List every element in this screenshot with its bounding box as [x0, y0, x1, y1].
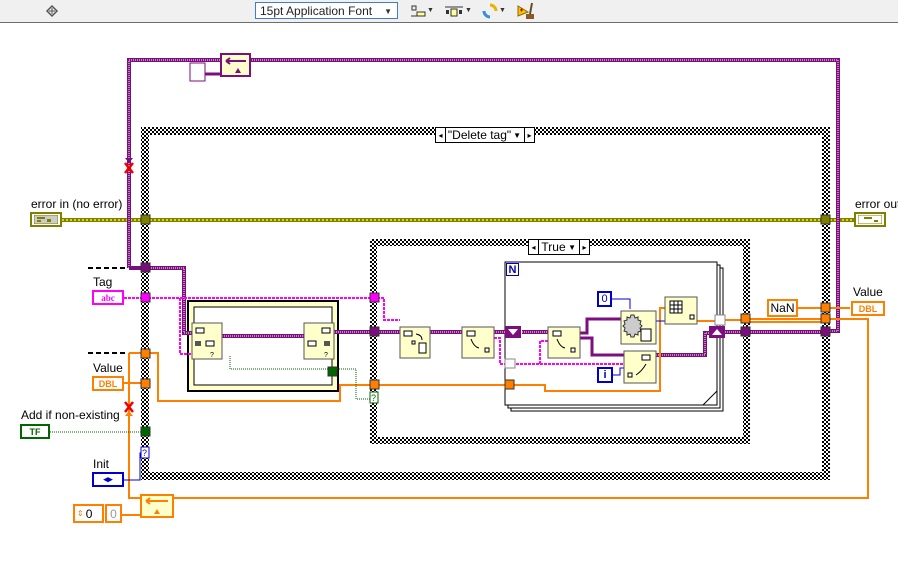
align-objects-button[interactable]: ▼: [410, 2, 434, 19]
numeric-control[interactable]: ⇕ 0: [73, 504, 104, 523]
align-objects-icon: [411, 5, 426, 16]
class-accessor-node-top[interactable]: [220, 53, 251, 77]
chevron-down-icon[interactable]: ▼: [568, 243, 576, 252]
error-in-label: error in (no error): [31, 197, 123, 211]
error-cluster-icon: [34, 215, 58, 224]
reorder-icon: [482, 3, 498, 18]
error-cluster-icon: [858, 215, 882, 224]
indexing-tunnel: [504, 358, 516, 369]
caret-icon: ▼: [465, 7, 472, 14]
caret-icon: ▼: [499, 7, 506, 14]
init-enum-control[interactable]: ◂▸: [92, 472, 124, 487]
increment-case-button[interactable]: ▸: [524, 128, 534, 142]
for-loop-shift-register-left[interactable]: [505, 326, 521, 338]
error-out-indicator[interactable]: [854, 212, 886, 227]
increment-case-button[interactable]: ▸: [579, 240, 589, 254]
outer-case-selector-terminal: ?: [140, 446, 150, 459]
in-place-right-node: ?: [303, 322, 335, 360]
boolean-tunnel: [327, 366, 338, 377]
array-output-tunnel: [714, 314, 726, 326]
toolbar: 15pt Application Font ▼ ▼ ▼ ▼: [0, 0, 898, 23]
value-in-control[interactable]: DBL: [92, 376, 124, 391]
init-label: Init: [93, 457, 110, 471]
for-loop[interactable]: [504, 261, 724, 412]
inner-case-selector-value: True: [541, 240, 566, 254]
add-if-non-existing-label: Add if non-existing: [21, 408, 120, 422]
trash-icon: [418, 342, 427, 354]
clean-up-wiring-icon: [517, 2, 534, 19]
outer-case-selector-value: "Delete tag": [447, 128, 512, 142]
svg-text:?: ?: [210, 352, 214, 359]
class-constant[interactable]: [189, 62, 206, 82]
distribute-objects-button[interactable]: ▼: [444, 2, 472, 19]
error-out-label: error out: [855, 197, 898, 211]
index-constant[interactable]: 0: [597, 291, 612, 307]
unbundle-element-node-2[interactable]: [547, 326, 581, 359]
reorder-button[interactable]: ▼: [482, 2, 506, 19]
decrement-case-button[interactable]: ◂: [436, 128, 446, 142]
bundle-element-node[interactable]: [623, 350, 657, 384]
clean-up-diagram-button[interactable]: [44, 2, 60, 19]
font-select[interactable]: 15pt Application Font ▼: [255, 2, 398, 19]
svg-text:?: ?: [142, 448, 147, 458]
chevron-down-icon: ▼: [384, 7, 392, 16]
error-in-control[interactable]: [30, 212, 62, 227]
dbl-shift-register-node[interactable]: [140, 494, 174, 518]
case-selector-terminal: ?: [369, 391, 379, 404]
distribute-objects-icon: [445, 6, 463, 16]
for-loop-shift-register-right[interactable]: [709, 326, 725, 338]
decrement-case-button[interactable]: ◂: [529, 240, 539, 254]
loop-iteration-terminal: i: [597, 367, 613, 383]
inner-case-selector[interactable]: ◂ True ▼ ▸: [528, 239, 590, 255]
block-diagram: ? ? ? ?: [50, 53, 869, 518]
caret-icon: ▼: [427, 7, 434, 14]
tag-label: Tag: [93, 275, 113, 289]
spinner-icon[interactable]: ⇕: [77, 509, 84, 518]
outer-case-selector[interactable]: ◂ "Delete tag" ▼ ▸: [435, 127, 535, 143]
numeric-control-value: 0: [85, 506, 93, 521]
shift-register-init-constant[interactable]: 0: [105, 504, 122, 523]
value-out-label: Value: [853, 285, 883, 299]
font-select-value: 15pt Application Font: [260, 3, 373, 18]
value-out-indicator[interactable]: DBL: [851, 301, 885, 316]
nan-constant[interactable]: NaN: [767, 299, 798, 317]
tag-control[interactable]: abc: [92, 290, 124, 305]
svg-text:?: ?: [371, 393, 376, 403]
svg-text:?: ?: [324, 352, 328, 359]
add-if-non-existing-control[interactable]: TF: [20, 424, 50, 439]
chevron-down-icon[interactable]: ▼: [513, 131, 521, 140]
value-in-label: Value: [93, 361, 123, 375]
build-array-node[interactable]: [664, 296, 698, 325]
array-subset-node[interactable]: [620, 310, 657, 345]
clean-up-wiring-button[interactable]: [516, 2, 536, 19]
loop-count-terminal: N: [506, 263, 519, 276]
clean-up-diagram-icon: [45, 4, 59, 17]
unbundle-element-node[interactable]: [461, 326, 495, 359]
delete-from-map-node[interactable]: [399, 326, 431, 359]
in-place-left-node: ?: [191, 322, 223, 360]
